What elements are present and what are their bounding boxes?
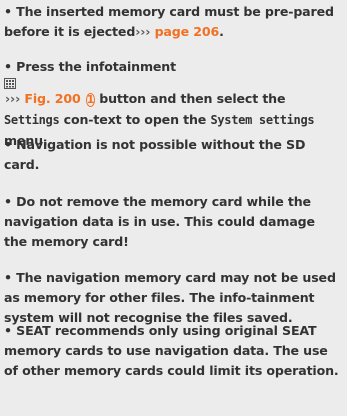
bullet-text: con-text to open the [63,111,207,127]
fig-ref-link[interactable]: Fig. 200 [24,91,80,106]
bullet-item-not-memory: • The navigation memory card may not be … [4,268,342,328]
page-ref-link[interactable]: page 206 [155,24,220,39]
bullet-marker: • [4,194,12,209]
page-ref-arrow[interactable]: ››› [135,24,150,39]
bullet-text: Navigation is not possible without the S… [4,137,306,172]
bullet-marker: • [4,4,12,19]
bullet-text: Press the infotainment [16,59,176,74]
document-page: • The inserted memory card must be pre-p… [0,0,347,416]
code-settings: Settings [4,112,60,127]
bullet-text: SEAT recommends only using original SEAT… [4,323,339,378]
bullet-marker: • [4,137,12,152]
bullet-text-end: . [219,23,224,39]
bullet-text: button and then select the [99,90,286,106]
bullet-item-prepare-card: • The inserted memory card must be pre-p… [4,2,342,42]
bullet-text: Do not remove the memory card while the … [4,194,315,249]
callout-number: 1 [85,92,95,107]
code-system-settings: System settings [210,112,315,127]
bullet-item-do-not-remove: • Do not remove the memory card while th… [4,192,342,252]
fig-ref-arrow[interactable]: ››› [5,91,20,106]
bullet-marker: • [4,323,12,338]
bullet-item-seat-recommends: • SEAT recommends only using original SE… [4,321,342,381]
infotainment-grid-icon [4,77,342,89]
bullet-marker: • [4,270,12,285]
bullet-marker: • [4,59,12,74]
bullet-text: The navigation memory card may not be us… [4,270,336,325]
bullet-item-navigation-sd: • Navigation is not possible without the… [4,135,342,175]
